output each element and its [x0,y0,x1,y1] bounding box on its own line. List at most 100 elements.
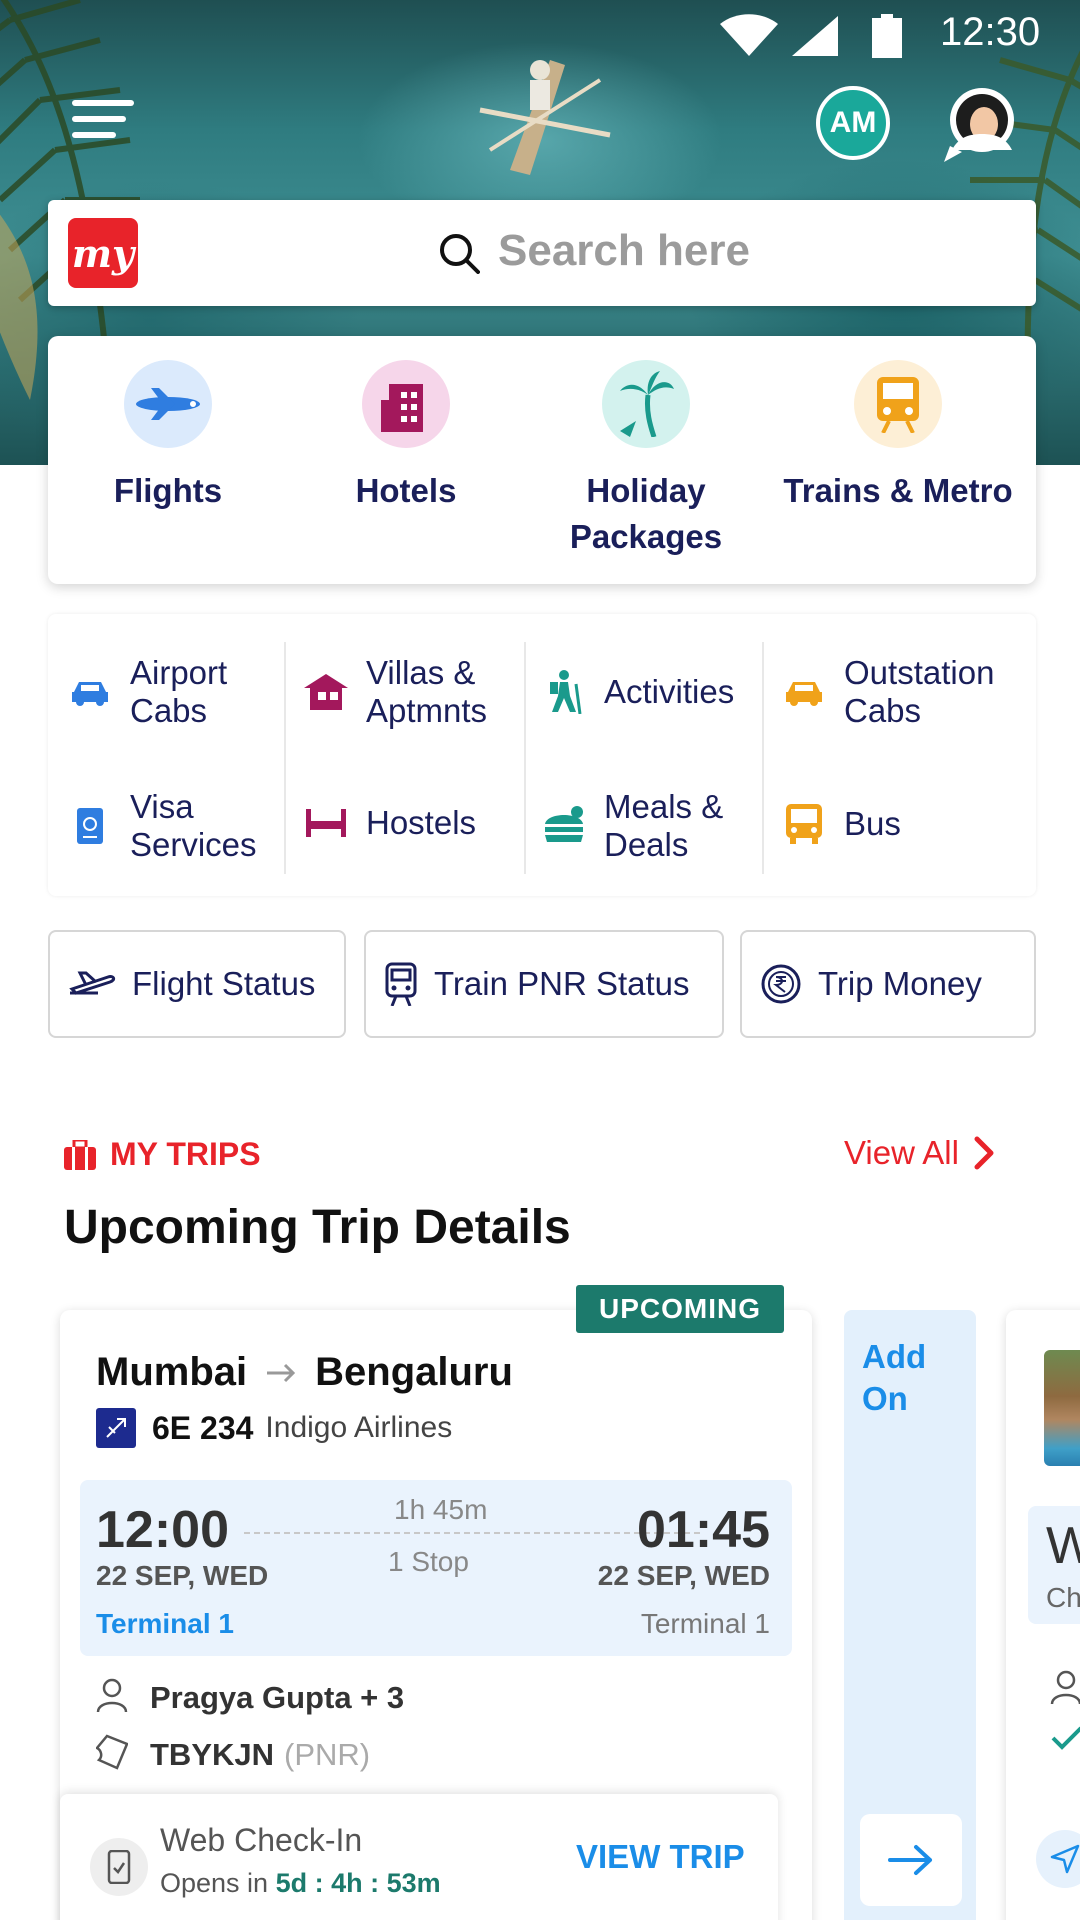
status-time: 12:30 [940,10,1041,54]
flight-duration: 1h 45m [388,1494,494,1526]
makemytrip-logo: my [68,218,138,288]
flight-timing-box: 12:00 22 SEP, WED Terminal 1 1h 45m 1 St… [80,1480,792,1656]
wifi-icon [720,14,778,56]
bed-icon [300,809,352,837]
suitcase-icon [64,1139,96,1170]
signal-icon [792,16,838,56]
service-label: Airport Cabs [130,654,228,729]
arrival-date: 22 SEP, WED [597,1560,770,1591]
service-label: Visa Services [130,788,257,863]
pnr-code: TBYKJN [150,1736,275,1772]
assistant-icon[interactable] [940,84,1020,164]
arrival-time: 01:45 [637,1501,770,1559]
pnr-row: TBYKJN (PNR) [95,1734,371,1775]
burger-icon [538,806,590,846]
origin-city: Mumbai [96,1350,248,1394]
departure-date: 22 SEP, WED [96,1560,269,1591]
car-icon [778,678,830,706]
hotel-thumbnail [1044,1350,1080,1466]
person-icon [96,1678,128,1717]
service-label: Holiday Packages [569,472,723,555]
route-dashed-line [244,1532,700,1534]
trip-route: Mumbai Bengaluru [96,1350,513,1395]
service-trains-metro[interactable]: Trains & Metro [778,360,1018,514]
search-input[interactable]: Search here [498,226,750,276]
airplane-icon [124,360,212,448]
service-activities[interactable]: Activities [538,670,734,714]
service-holiday-packages[interactable]: Holiday Packages [526,360,766,560]
secondary-services-grid: Airport Cabs Villas & Aptmnts Activities… [48,614,1036,896]
villa-icon [300,674,352,710]
service-label: Bus [844,805,901,842]
passengers-row: Pragya Gupta + 3 [96,1678,404,1717]
grid-divider [524,642,526,874]
status-bar: 12:30 [0,0,1080,66]
search-bar[interactable]: my Search here [48,200,1036,306]
arrow-right-icon [265,1362,297,1384]
web-checkin-bar: Web Check-In Opens in 5d : 4h : 53m VIEW… [60,1794,778,1920]
rupee-icon [760,963,802,1005]
train-pnr-status-button[interactable]: Train PNR Status [364,930,724,1038]
search-icon [440,234,480,274]
peek-title-fragment: W [1046,1517,1080,1575]
passenger-names: Pragya Gupta + 3 [150,1679,405,1715]
flight-status-button[interactable]: Flight Status [48,930,346,1038]
trip-money-button[interactable]: Trip Money [740,930,1036,1038]
flight-info: 6E 234 Indigo Airlines [96,1408,452,1448]
service-label: Activities [604,673,735,710]
indigo-logo-icon [96,1408,136,1448]
building-icon [362,360,450,448]
flight-status-icon [68,971,116,997]
car-icon [64,678,116,706]
service-label: Hotels [355,472,457,509]
service-label: Meals & Deals [604,788,724,863]
grid-divider [762,642,764,874]
web-checkin-title: Web Check-In [160,1822,363,1858]
train-icon [384,962,418,1006]
hamburger-menu-icon[interactable] [72,100,134,144]
add-on-card[interactable]: Add On [844,1310,976,1920]
opens-in-time: 5d : 4h : 53m [275,1868,441,1898]
chevron-right-icon [973,1135,995,1171]
my-trips-label: MY TRIPS [110,1136,261,1172]
upcoming-trip-title: Upcoming Trip Details [64,1201,571,1254]
arrow-right-icon [888,1845,932,1875]
quick-link-label: Trip Money [818,965,982,1002]
service-bus[interactable]: Bus [778,804,901,844]
quick-link-label: Flight Status [132,965,316,1002]
service-airport-cabs[interactable]: Airport Cabs [64,654,260,730]
view-trip-button[interactable]: VIEW TRIP [576,1838,745,1876]
service-flights[interactable]: Flights [48,360,288,514]
bus-icon [778,804,830,844]
service-label: Flights [113,472,223,509]
add-on-label: Add On [862,1338,927,1417]
departure-time: 12:00 [96,1501,229,1559]
web-checkin-countdown: Opens in 5d : 4h : 53m [160,1868,441,1899]
battery-icon [872,14,902,58]
phone-checkin-icon [90,1838,148,1896]
palm-tree-icon [602,360,690,448]
my-trips-heading: MY TRIPS [64,1136,261,1173]
airline-name: Indigo Airlines [265,1411,453,1444]
checkmark-icon [1051,1726,1080,1750]
service-visa-services[interactable]: Visa Services [64,788,270,864]
navigation-icon [1036,1830,1080,1888]
primary-services-card: Flights Hotels Holiday Packages Trains &… [48,336,1036,584]
service-villas-apartments[interactable]: Villas & Aptmnts [300,654,516,730]
opens-in-label: Opens in [160,1868,269,1898]
service-label: Hostels [366,804,477,841]
ticket-icon [95,1734,129,1775]
service-hostels[interactable]: Hostels [300,804,476,842]
add-on-arrow-button[interactable] [860,1814,962,1906]
service-outstation-cabs[interactable]: Outstation Cabs [778,654,1024,730]
flight-number: 6E 234 [152,1409,254,1446]
service-label: Outstation Cabs [844,654,995,729]
hiker-icon [538,670,590,714]
profile-avatar[interactable]: AM [816,86,890,160]
service-meals-deals[interactable]: Meals & Deals [538,788,754,864]
peek-subtitle-fragment: Ch [1046,1582,1080,1613]
pnr-label: (PNR) [284,1736,371,1772]
view-all-link[interactable]: View All [844,1134,995,1172]
next-trip-card-peek[interactable]: W Ch [1006,1310,1080,1920]
service-hotels[interactable]: Hotels [286,360,526,514]
